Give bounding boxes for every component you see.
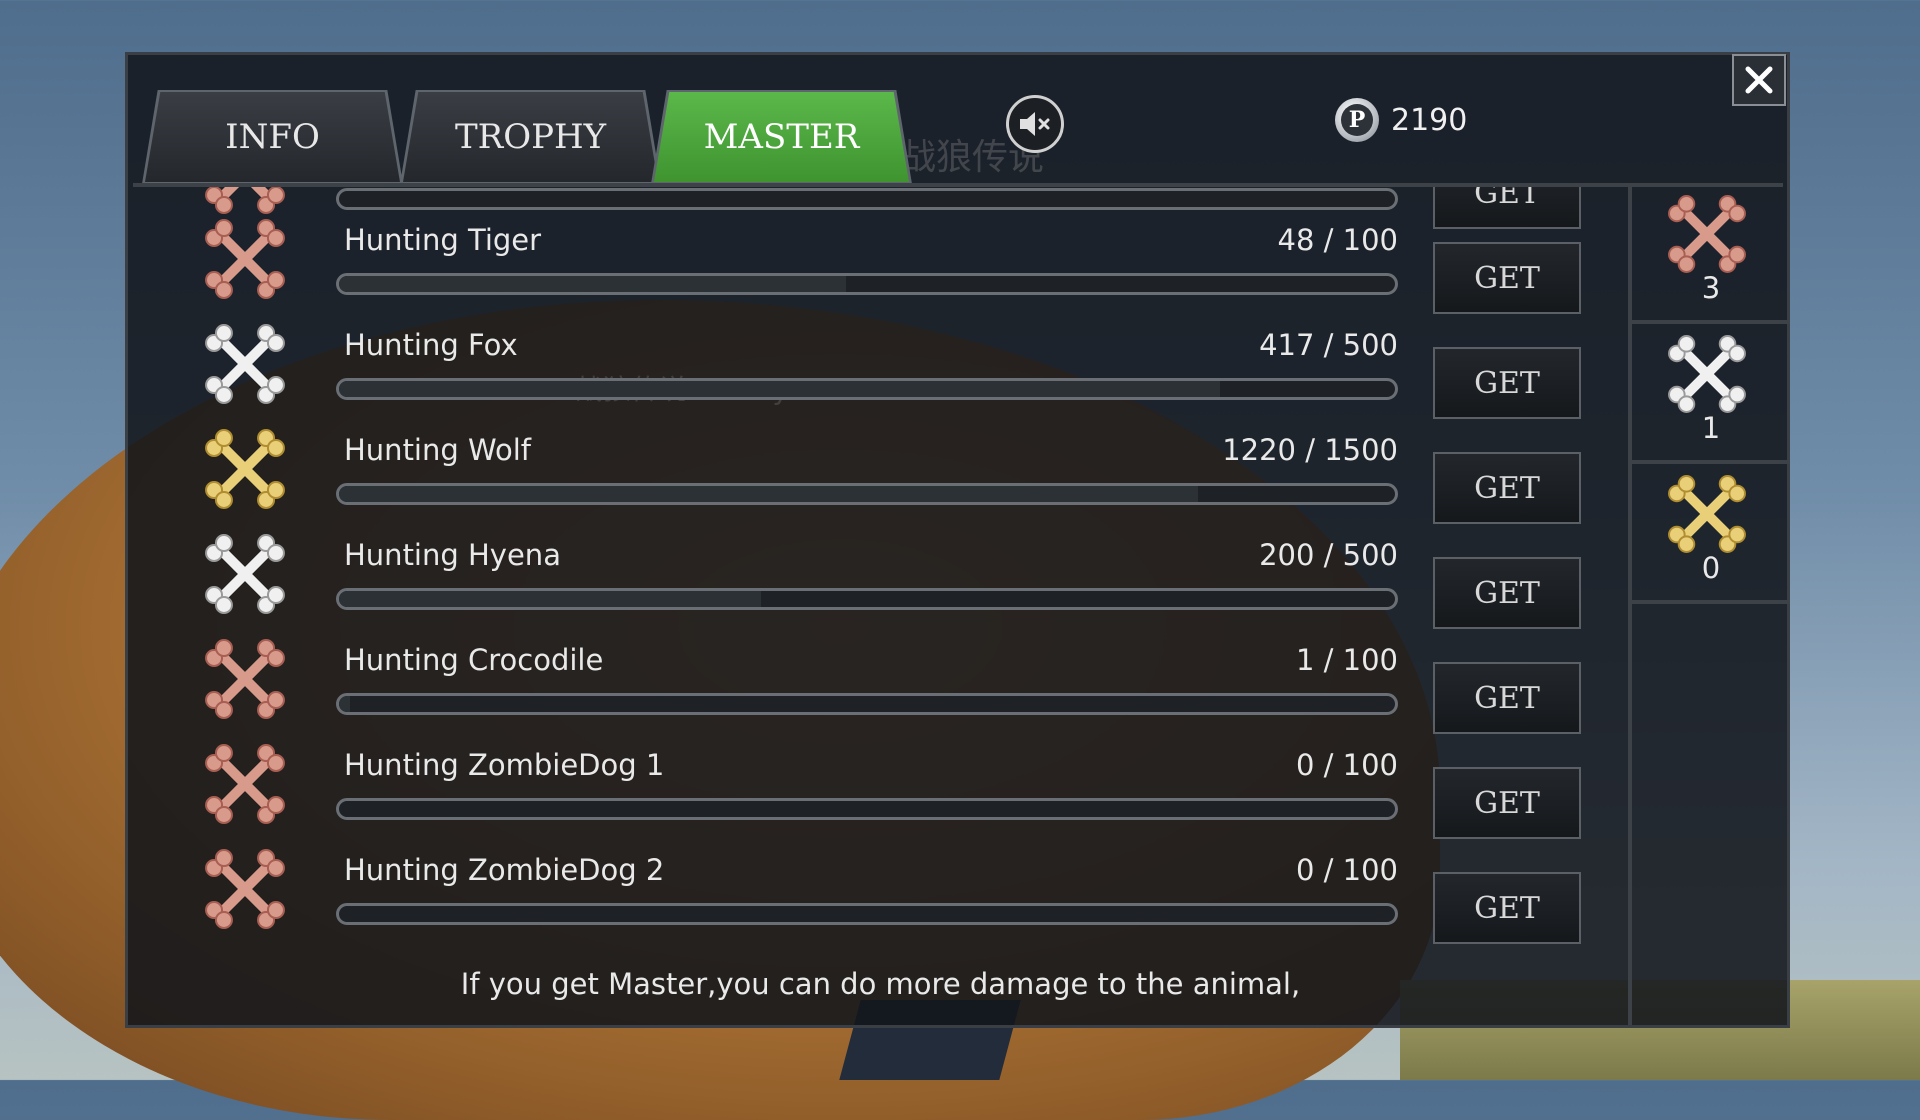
tab-info[interactable]: INFO — [145, 92, 400, 182]
get-button[interactable]: GET — [1433, 872, 1581, 944]
points-coin-icon: P — [1335, 98, 1379, 142]
item-title: Hunting ZombieDog 2 — [344, 853, 665, 887]
crossed-bones-icon — [1668, 475, 1746, 553]
master-badge-icon — [205, 324, 285, 404]
master-badge-icon — [205, 429, 285, 509]
item-progress-count: 417 / 500 — [1259, 328, 1398, 362]
get-button[interactable]: GET — [1433, 662, 1581, 734]
list-item: Hunting Crocodile 1 / 100 GET — [133, 627, 1628, 734]
item-progress-count: 0 / 100 — [1295, 853, 1398, 887]
master-badge-icon — [205, 219, 285, 299]
mute-button[interactable] — [1006, 95, 1064, 153]
tier-summary-cell: 3 — [1632, 187, 1790, 324]
tab-trophy[interactable]: TROPHY — [403, 92, 658, 182]
tab-master[interactable]: MASTER — [654, 92, 909, 182]
crossed-bones-icon — [205, 429, 285, 509]
list-item: Hunting ZombieDog 1 0 / 100 GET — [133, 732, 1628, 839]
crossed-bones-icon — [205, 744, 285, 824]
progress-bar — [336, 798, 1398, 820]
tier-badge-icon — [1668, 195, 1746, 273]
tier-badge-icon — [1668, 335, 1746, 413]
get-button[interactable]: GET — [1433, 452, 1581, 524]
tier-summary-cell: 0 — [1632, 467, 1790, 604]
crossed-bones-icon — [205, 639, 285, 719]
get-button[interactable]: GET — [1433, 347, 1581, 419]
list-item: Hunting Hyena 200 / 500 GET — [133, 522, 1628, 629]
crossed-bones-icon — [1668, 335, 1746, 413]
tier-badge-icon — [1668, 475, 1746, 553]
get-button[interactable]: GET — [1433, 557, 1581, 629]
master-badge-icon — [205, 744, 285, 824]
crossed-bones-icon — [205, 534, 285, 614]
points-value: 2190 — [1391, 102, 1468, 138]
list-item: Hunting Tiger 48 / 100 GET — [133, 207, 1628, 314]
list-item: Hunting Wolf 1220 / 1500 GET — [133, 417, 1628, 524]
master-badge-icon — [205, 639, 285, 719]
item-title: Hunting ZombieDog 1 — [344, 748, 665, 782]
item-progress-count: 200 / 500 — [1259, 538, 1398, 572]
progress-bar-fill — [339, 381, 1220, 397]
master-badge-icon — [205, 534, 285, 614]
progress-bar-fill — [339, 276, 846, 292]
speaker-muted-icon — [1020, 112, 1050, 136]
item-progress-count: 1 / 100 — [1295, 643, 1398, 677]
crossed-bones-icon — [205, 219, 285, 299]
tier-summary-cell: 1 — [1632, 327, 1790, 464]
master-list[interactable]: GET Hunting Tiger 48 / 100 GET Hunting Fox 41… — [133, 187, 1628, 967]
item-title: Hunting Fox — [344, 328, 518, 362]
item-title: Hunting Crocodile — [344, 643, 604, 677]
progress-bar — [336, 378, 1398, 400]
progress-bar — [336, 273, 1398, 295]
item-progress-count: 48 / 100 — [1277, 223, 1398, 257]
progress-bar-fill — [339, 486, 1198, 502]
progress-bar — [336, 693, 1398, 715]
progress-bar-fill — [339, 591, 762, 607]
tier-count: 0 — [1701, 551, 1721, 585]
progress-bar — [336, 483, 1398, 505]
item-title: Hunting Tiger — [344, 223, 542, 257]
footer-hint: If you get Master,you can do more damage… — [460, 967, 1301, 1001]
get-button[interactable]: GET — [1433, 767, 1581, 839]
crossed-bones-icon — [1668, 195, 1746, 273]
close-button[interactable] — [1732, 54, 1786, 106]
crossed-bones-icon — [205, 324, 285, 404]
item-progress-count: 0 / 100 — [1295, 748, 1398, 782]
item-progress-count: 1220 / 1500 — [1222, 433, 1398, 467]
progress-bar-fill — [339, 696, 350, 712]
item-title: Hunting Hyena — [344, 538, 561, 572]
tier-count: 1 — [1701, 411, 1721, 445]
progress-bar — [336, 588, 1398, 610]
list-item: Hunting ZombieDog 2 0 / 100 GET — [133, 837, 1628, 944]
master-badge-icon — [205, 849, 285, 929]
list-item: Hunting Fox 417 / 500 GET — [133, 312, 1628, 419]
close-icon — [1745, 66, 1773, 94]
get-button[interactable]: GET — [1433, 242, 1581, 314]
item-title: Hunting Wolf — [344, 433, 531, 467]
points-display: P 2190 — [1335, 98, 1467, 142]
crossed-bones-icon — [205, 849, 285, 929]
tier-count: 3 — [1701, 271, 1721, 305]
progress-bar — [336, 903, 1398, 925]
